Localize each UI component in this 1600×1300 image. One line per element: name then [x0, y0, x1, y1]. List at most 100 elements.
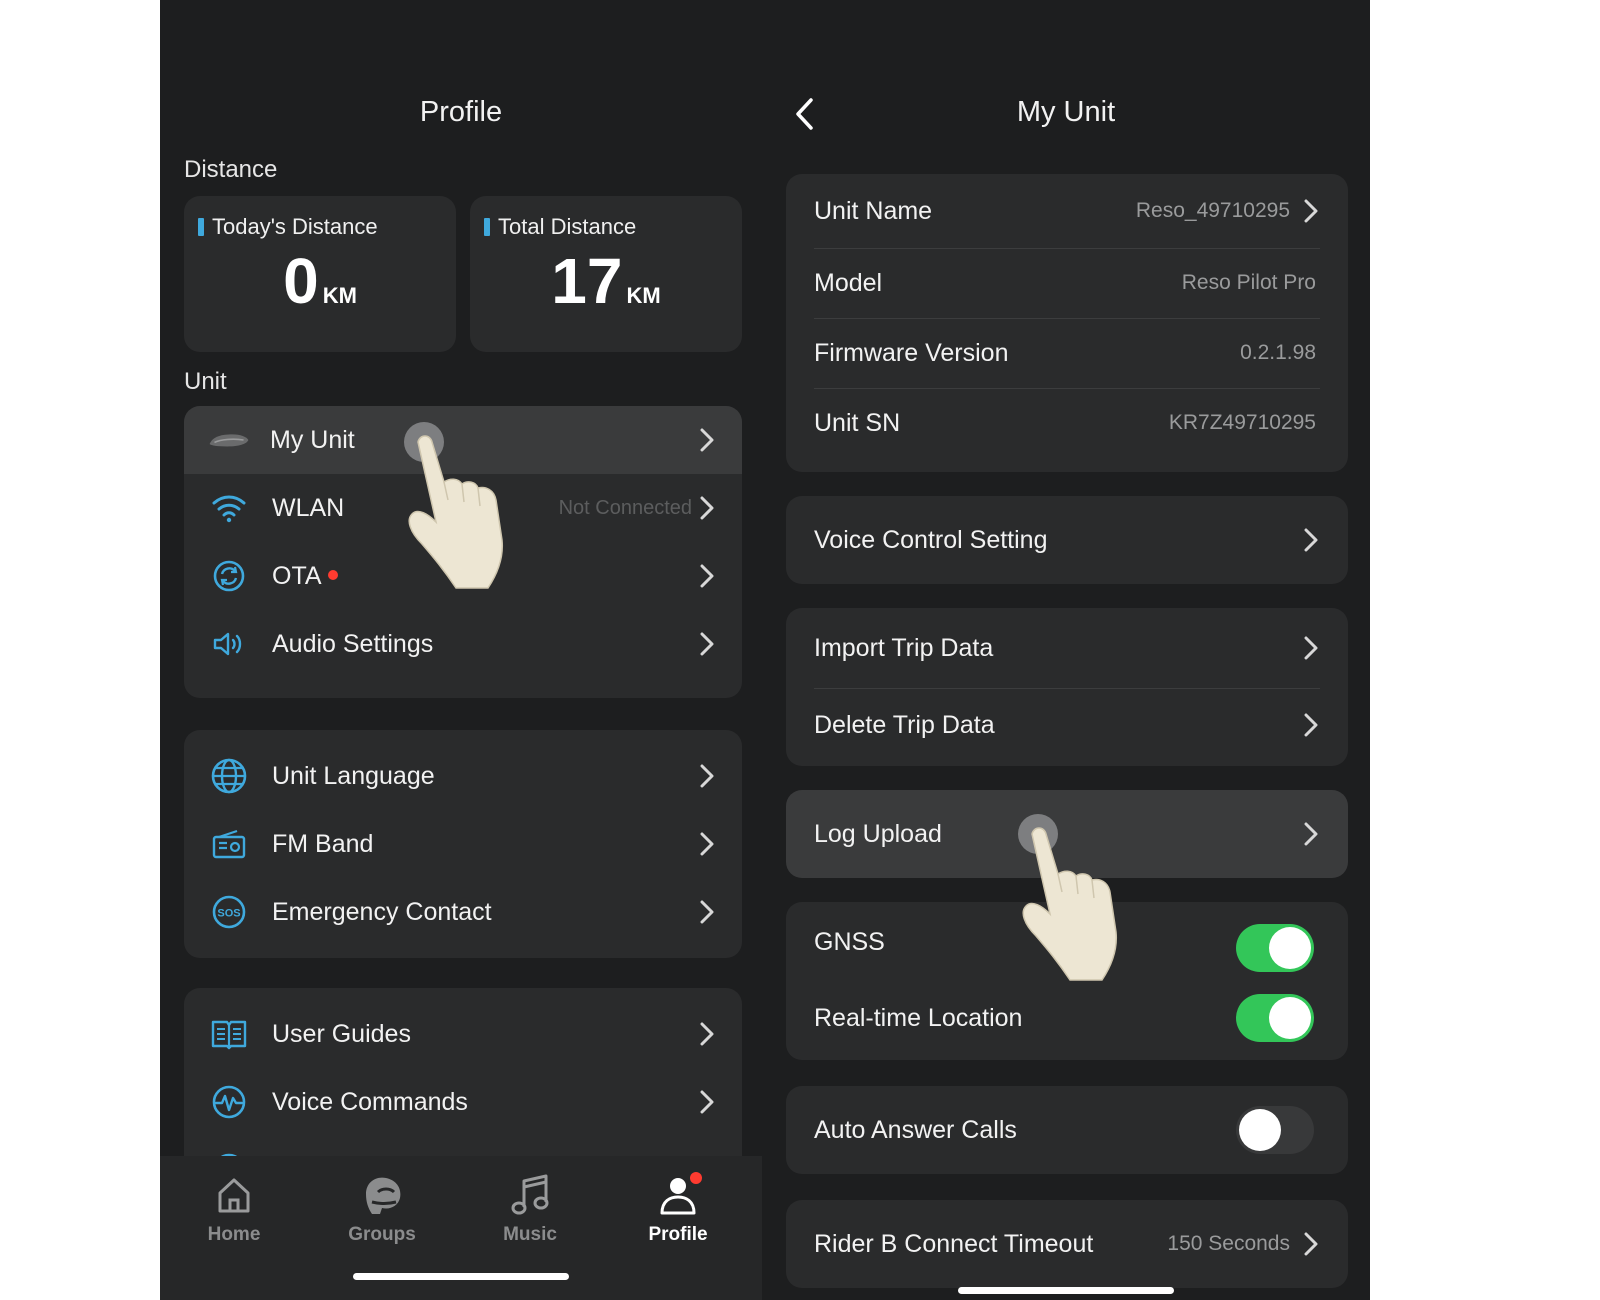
- unit-language-label: Unit Language: [272, 761, 435, 790]
- chevron-right-icon: [1300, 528, 1322, 552]
- unit-name-value: Reso_49710295: [1135, 199, 1290, 222]
- emergency-contact-row[interactable]: SOS Emergency Contact: [184, 878, 742, 946]
- notification-dot: [327, 569, 338, 580]
- chevron-right-icon: [1300, 199, 1322, 223]
- tab-music[interactable]: Music: [470, 1170, 590, 1246]
- import-trip-data-label: Import Trip Data: [814, 633, 994, 662]
- user-guides-label: User Guides: [272, 1019, 411, 1048]
- total-distance-card: Total Distance 17 KM: [470, 196, 742, 352]
- tab-home[interactable]: Home: [174, 1170, 294, 1246]
- chevron-right-icon: [696, 900, 718, 924]
- profile-screen: Profile Distance Today's Distance 0 KM To…: [160, 0, 762, 1300]
- my-unit-screen: My Unit Unit Name Reso_49710295 Model Re…: [762, 0, 1370, 1300]
- total-distance-label: Total Distance: [498, 214, 637, 239]
- chevron-right-icon: [696, 764, 718, 788]
- home-indicator[interactable]: [958, 1287, 1174, 1294]
- delete-trip-data-row[interactable]: Delete Trip Data: [786, 688, 1348, 762]
- svg-text:SOS: SOS: [217, 908, 240, 920]
- gnss-toggle[interactable]: [1236, 924, 1314, 972]
- chevron-right-icon: [696, 832, 718, 856]
- wlan-status: Not Connected: [558, 496, 692, 519]
- rider-b-timeout-card: Rider B Connect Timeout 150 Seconds: [786, 1200, 1348, 1288]
- my-unit-row[interactable]: My Unit: [184, 406, 742, 474]
- toggle-knob: [1239, 1109, 1281, 1151]
- delete-trip-data-label: Delete Trip Data: [814, 710, 995, 739]
- audio-settings-row[interactable]: Audio Settings: [184, 610, 742, 678]
- chevron-right-icon: [1300, 822, 1322, 846]
- rider-b-timeout-row[interactable]: Rider B Connect Timeout 150 Seconds: [786, 1200, 1348, 1288]
- headset-device-icon: [208, 419, 250, 461]
- voice-control-setting-row[interactable]: Voice Control Setting: [786, 496, 1348, 584]
- voice-control-setting-label: Voice Control Setting: [814, 525, 1048, 554]
- sos-icon: SOS: [208, 891, 250, 933]
- ota-row[interactable]: OTA: [184, 542, 742, 610]
- auto-answer-toggle[interactable]: [1236, 1106, 1314, 1154]
- chevron-right-icon: [696, 1090, 718, 1114]
- wlan-row[interactable]: WLAN Not Connected: [184, 474, 742, 542]
- firmware-version-row: Firmware Version 0.2.1.98: [786, 318, 1348, 388]
- chevron-right-icon: [696, 428, 718, 452]
- unit-info-card: Unit Name Reso_49710295 Model Reso Pilot…: [786, 174, 1348, 472]
- import-trip-data-row[interactable]: Import Trip Data: [786, 608, 1348, 688]
- unit-name-label: Unit Name: [814, 196, 933, 225]
- toggle-knob: [1269, 997, 1311, 1039]
- chevron-right-icon: [696, 496, 718, 520]
- chevron-right-icon: [1300, 713, 1322, 737]
- tab-groups[interactable]: Groups: [322, 1170, 442, 1246]
- user-guides-row[interactable]: User Guides: [184, 1000, 742, 1068]
- firmware-version-value: 0.2.1.98: [1240, 341, 1316, 364]
- wlan-label: WLAN: [272, 493, 345, 522]
- audio-settings-label: Audio Settings: [272, 629, 434, 658]
- tab-bar: Home Groups Music Profile: [160, 1156, 762, 1300]
- accent-bar-icon: [198, 218, 204, 236]
- page-title: Profile: [419, 96, 503, 128]
- realtime-location-toggle[interactable]: [1236, 994, 1314, 1042]
- accent-bar-icon: [484, 218, 490, 236]
- gnss-label: GNSS: [814, 927, 885, 956]
- home-indicator[interactable]: [353, 1273, 569, 1280]
- todays-distance-label: Today's Distance: [212, 214, 378, 239]
- rider-b-timeout-label: Rider B Connect Timeout: [814, 1229, 1094, 1258]
- total-distance-unit: KM: [626, 283, 661, 308]
- total-distance-value: 17: [551, 245, 623, 317]
- voice-commands-row[interactable]: Voice Commands: [184, 1068, 742, 1136]
- unit-sn-value: KR7Z49710295: [1168, 411, 1316, 434]
- tab-profile[interactable]: Profile: [618, 1170, 738, 1246]
- tab-home-label: Home: [207, 1224, 261, 1245]
- firmware-version-label: Firmware Version: [814, 338, 1009, 367]
- voice-commands-label: Voice Commands: [272, 1087, 468, 1116]
- unit-name-row[interactable]: Unit Name Reso_49710295: [786, 174, 1348, 248]
- fm-band-row[interactable]: FM Band: [184, 810, 742, 878]
- log-upload-row[interactable]: Log Upload: [786, 790, 1348, 878]
- todays-distance-unit: KM: [322, 283, 357, 308]
- unit-language-row[interactable]: Unit Language: [184, 742, 742, 810]
- voice-wave-icon: [208, 1081, 250, 1123]
- distance-section-label: Distance: [184, 156, 278, 183]
- rider-b-timeout-value: 150 Seconds: [1167, 1232, 1290, 1255]
- unit-section-label: Unit: [184, 368, 227, 395]
- profile-icon: [618, 1170, 738, 1220]
- realtime-location-label: Real-time Location: [814, 1003, 1023, 1032]
- globe-icon: [208, 755, 250, 797]
- music-icon: [470, 1170, 590, 1220]
- book-icon: [208, 1013, 250, 1055]
- ota-label: OTA: [272, 561, 322, 590]
- tab-groups-label: Groups: [348, 1224, 416, 1245]
- model-row: Model Reso Pilot Pro: [786, 248, 1348, 318]
- todays-distance-card: Today's Distance 0 KM: [184, 196, 456, 352]
- voice-control-card: Voice Control Setting: [786, 496, 1348, 584]
- my-unit-label: My Unit: [270, 425, 355, 454]
- location-card: GNSS Real-time Location: [786, 902, 1348, 1060]
- chevron-right-icon: [1300, 636, 1322, 660]
- log-upload-card: Log Upload: [786, 790, 1348, 878]
- auto-answer-label: Auto Answer Calls: [814, 1115, 1017, 1144]
- radio-icon: [208, 823, 250, 865]
- home-icon: [174, 1170, 294, 1220]
- settings-card: Unit Language FM Band SOS Emergency Cont…: [184, 730, 742, 958]
- trip-data-card: Import Trip Data Delete Trip Data: [786, 608, 1348, 766]
- fm-band-label: FM Band: [272, 829, 374, 858]
- ota-sync-icon: [208, 555, 250, 597]
- chevron-right-icon: [696, 1022, 718, 1046]
- notification-dot: [690, 1172, 702, 1184]
- realtime-location-row: Real-time Location: [786, 982, 1348, 1054]
